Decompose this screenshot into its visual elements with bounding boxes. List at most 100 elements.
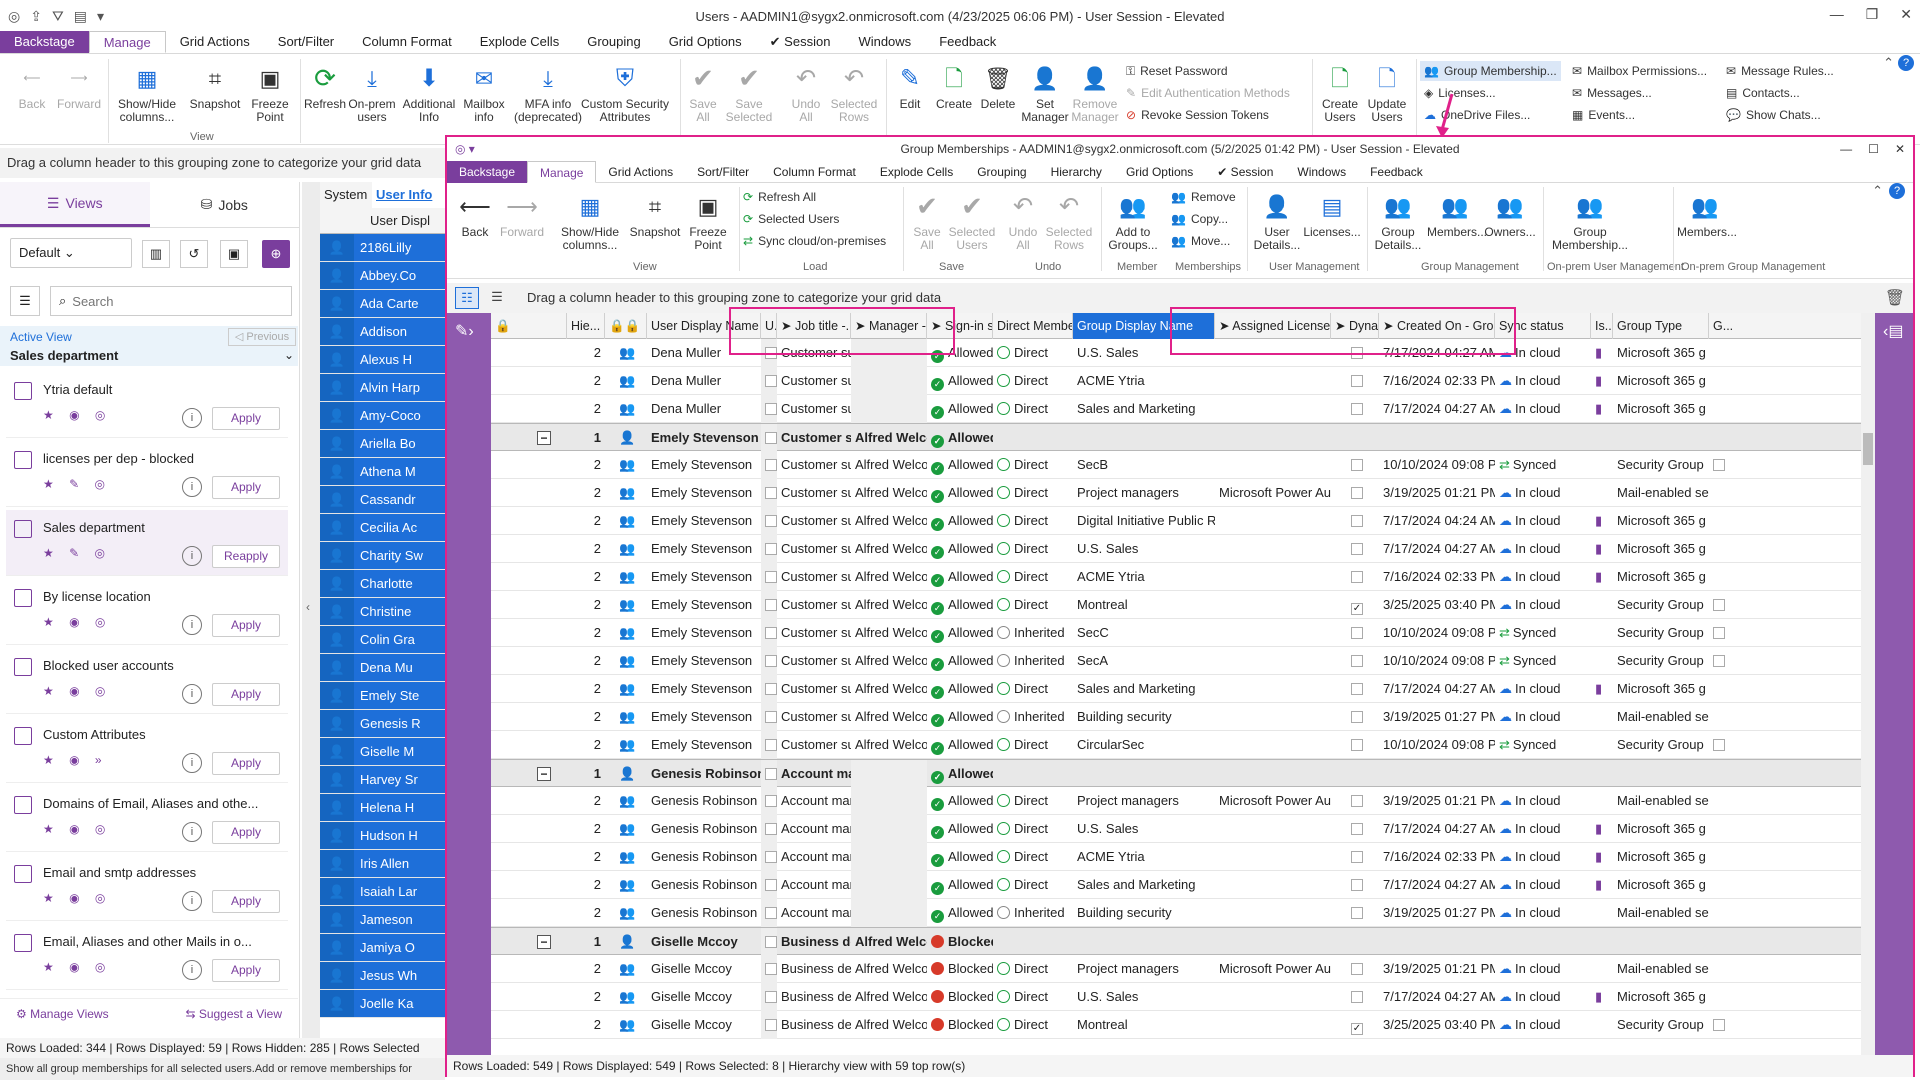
- search-input[interactable]: [72, 293, 273, 309]
- filter-icon[interactable]: ⛛: [52, 8, 64, 25]
- table-row[interactable]: 👤 Charlotte: [320, 570, 445, 598]
- list-view-button[interactable]: ☰: [485, 287, 509, 309]
- apply-view-button[interactable]: Apply: [212, 890, 280, 913]
- collapse-ribbon-icon[interactable]: ⌃: [1883, 55, 1894, 71]
- minimize-icon[interactable]: —: [1840, 137, 1852, 161]
- save-view-button[interactable]: ▣: [220, 240, 248, 268]
- u-check-cell[interactable]: [761, 843, 777, 871]
- table-row[interactable]: 👤 Isaiah Lar: [320, 878, 445, 906]
- table-row[interactable]: 👤 Ariella Bo: [320, 430, 445, 458]
- table-row[interactable]: 2 👥 Genesis Robinson Account mana ✓AllowedIn…: [491, 899, 1875, 927]
- remove-membership-button[interactable]: 👥 Remove: [1171, 187, 1236, 207]
- g-check-cell[interactable]: [1709, 787, 1729, 815]
- outer-col-header[interactable]: User Displ: [320, 208, 445, 234]
- dynamic-cell[interactable]: [1347, 535, 1377, 563]
- help-icon[interactable]: ?: [1898, 55, 1914, 71]
- g-check-cell[interactable]: [1709, 731, 1729, 759]
- table-row[interactable]: 👤 Harvey Sr: [320, 766, 445, 794]
- inner-menu-backstage[interactable]: Backstage: [447, 161, 528, 183]
- collapse-icon[interactable]: ⌄: [284, 348, 294, 362]
- info-icon[interactable]: i: [182, 408, 202, 428]
- table-row[interactable]: 👤 Athena M: [320, 458, 445, 486]
- table-row[interactable]: 2 👥 Giselle Mccoy Business deve Alfred Welco…: [491, 1011, 1875, 1039]
- table-row[interactable]: 👤 Joelle Ka: [320, 990, 445, 1018]
- dropdown-icon[interactable]: ▾: [97, 8, 104, 25]
- additional-info-button[interactable]: ⬇ Additional Info: [398, 61, 460, 124]
- minimize-icon[interactable]: —: [1830, 6, 1844, 23]
- info-icon[interactable]: i: [182, 615, 202, 635]
- inner-menu-sort-filter[interactable]: Sort/Filter: [685, 161, 761, 183]
- left-tool-strip[interactable]: ✎›: [447, 313, 491, 1055]
- dynamic-cell[interactable]: [1347, 507, 1377, 535]
- refresh-button[interactable]: ⟳ Refresh: [302, 61, 348, 111]
- grid-view-button[interactable]: ☷: [455, 287, 479, 309]
- table-row[interactable]: 👤 Amy-Coco: [320, 402, 445, 430]
- onprem-members-button[interactable]: 👥 Members...: [1677, 189, 1737, 239]
- dynamic-cell[interactable]: [1347, 619, 1377, 647]
- info-icon[interactable]: i: [182, 546, 202, 566]
- dynamic-cell[interactable]: [1347, 647, 1377, 675]
- table-row[interactable]: 2 👥 Emely Stevenson Customer suc Alfred Welc…: [491, 703, 1875, 731]
- apply-view-button[interactable]: Apply: [212, 752, 280, 775]
- collapse-ribbon-icon[interactable]: ⌃: [1872, 183, 1883, 199]
- dynamic-cell[interactable]: [1347, 899, 1377, 927]
- info-icon[interactable]: i: [182, 822, 202, 842]
- vertical-scrollbar[interactable]: [1861, 313, 1875, 1055]
- revoke-tokens-button[interactable]: ⊘ Revoke Session Tokens: [1126, 105, 1269, 125]
- u-check-cell[interactable]: [761, 395, 777, 423]
- add-view-button[interactable]: ⊕: [262, 240, 290, 268]
- dynamic-cell[interactable]: [1347, 395, 1377, 423]
- owners-button[interactable]: 👥 Owners...: [1483, 189, 1537, 239]
- menu-sort-filter[interactable]: Sort/Filter: [264, 31, 348, 53]
- table-row[interactable]: 2 👥 Emely Stevenson Customer suc Alfred Welc…: [491, 563, 1875, 591]
- menu-backstage[interactable]: Backstage: [0, 31, 89, 53]
- dynamic-cell[interactable]: [1347, 703, 1377, 731]
- create-users-button[interactable]: 🗋 Create Users: [1316, 61, 1364, 124]
- columns-view-button[interactable]: ▥: [142, 240, 170, 268]
- apply-view-button[interactable]: Apply: [212, 683, 280, 706]
- inner-save-all-button[interactable]: ✔ Save All: [907, 189, 947, 252]
- parent-row[interactable]: − 1 👤 Emely Stevenson Customer sui Alfred Wel…: [491, 423, 1875, 452]
- g-check-cell[interactable]: [1709, 367, 1729, 395]
- filter-menu-button[interactable]: ☰: [10, 286, 40, 316]
- u-check-cell[interactable]: [761, 787, 777, 815]
- g-check-cell[interactable]: [1709, 591, 1729, 619]
- grouping-tool-icon[interactable]: ✎›: [455, 321, 474, 341]
- u-check-cell[interactable]: [761, 535, 777, 563]
- parent-row[interactable]: − 1 👤 Genesis Robinson Account man ✓Allowed: [491, 759, 1875, 788]
- back-button[interactable]: ⟵ Back: [12, 61, 52, 111]
- info-icon[interactable]: i: [182, 891, 202, 911]
- table-row[interactable]: 👤 Emely Ste: [320, 682, 445, 710]
- g-check-cell[interactable]: [1709, 507, 1729, 535]
- members-button[interactable]: 👥 Members...: [1427, 189, 1487, 239]
- table-row[interactable]: 2 👥 Emely Stevenson Customer suc Alfred Welc…: [491, 479, 1875, 507]
- g-check-cell[interactable]: [1709, 647, 1729, 675]
- dynamic-cell[interactable]: [1347, 983, 1377, 1011]
- menu-explode-cells[interactable]: Explode Cells: [466, 31, 574, 53]
- page-icon[interactable]: ▤: [74, 8, 87, 25]
- table-row[interactable]: 2 👥 Emely Stevenson Customer suc Alfred Welc…: [491, 731, 1875, 759]
- info-icon[interactable]: i: [182, 960, 202, 980]
- table-row[interactable]: 👤 Cecilia Ac: [320, 514, 445, 542]
- inner-menu-grid-actions[interactable]: Grid Actions: [596, 161, 685, 183]
- table-row[interactable]: 2 👥 Emely Stevenson Customer suc Alfred Welc…: [491, 451, 1875, 479]
- mfa-info-button[interactable]: ⤓ MFA info (deprecated): [508, 61, 588, 124]
- table-row[interactable]: 2 👥 Emely Stevenson Customer suc Alfred Welc…: [491, 591, 1875, 619]
- move-membership-button[interactable]: 👥 Move...: [1171, 231, 1230, 251]
- close-icon[interactable]: ✕: [1895, 137, 1905, 161]
- events-button[interactable]: ▦ Events...: [1572, 105, 1635, 125]
- dynamic-cell[interactable]: [1347, 815, 1377, 843]
- u-check-cell[interactable]: [761, 675, 777, 703]
- u-check-cell[interactable]: [761, 424, 777, 452]
- menu-column-format[interactable]: Column Format: [348, 31, 466, 53]
- view-item[interactable]: Domains of Email, Aliases and othe... ★ ◉…: [6, 786, 288, 852]
- dynamic-cell[interactable]: [1347, 955, 1377, 983]
- table-row[interactable]: 2 👥 Emely Stevenson Customer suc Alfred Welc…: [491, 619, 1875, 647]
- u-check-cell[interactable]: [761, 899, 777, 927]
- tab-jobs[interactable]: ⛁ Jobs: [150, 182, 300, 227]
- view-item[interactable]: Custom Attributes ★ ◉ » i Apply: [6, 717, 288, 783]
- undo-all-button[interactable]: ↶ Undo All: [784, 61, 828, 124]
- u-check-cell[interactable]: [761, 1011, 777, 1039]
- view-item[interactable]: Email and smtp addresses ★ ◉ ◎ i Apply: [6, 855, 288, 921]
- g-check-cell[interactable]: [1709, 899, 1729, 927]
